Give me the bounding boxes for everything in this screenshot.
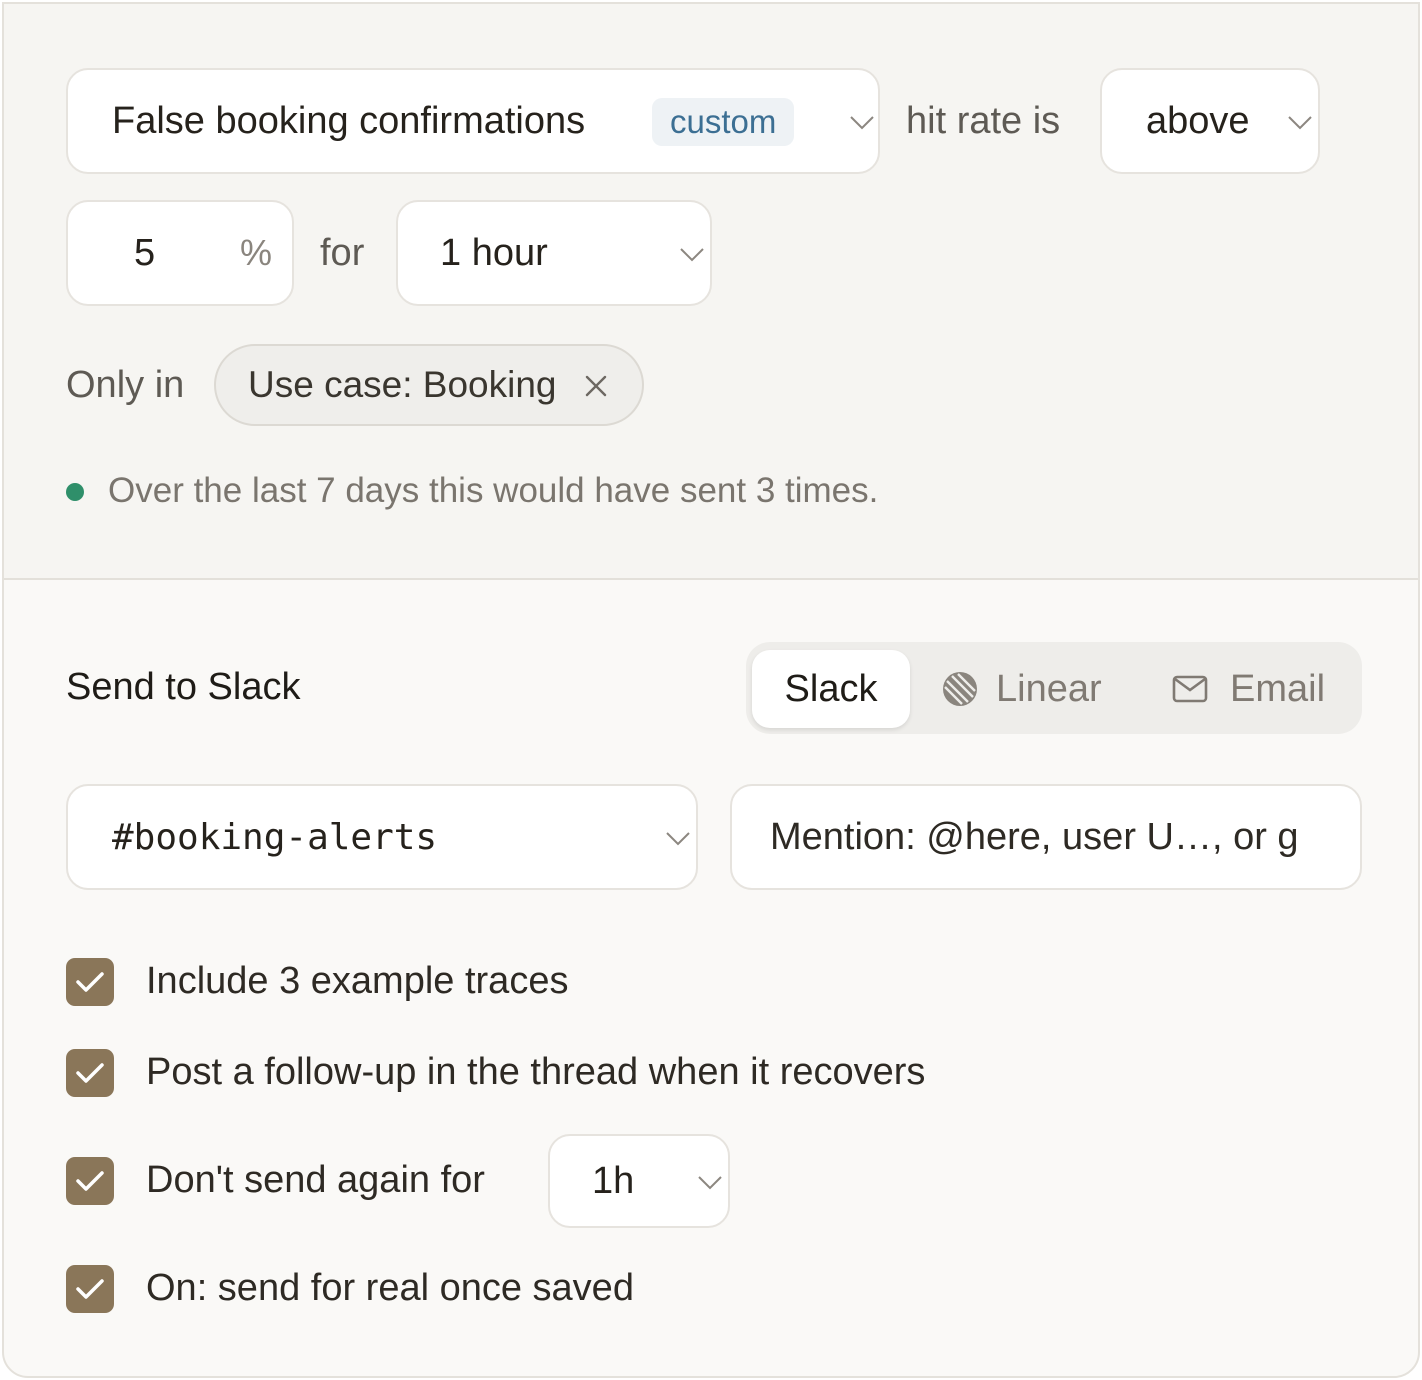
check-icon <box>76 1063 104 1083</box>
check-icon <box>76 1171 104 1191</box>
cooldown-value: 1h <box>592 1159 635 1202</box>
filter-chip: Use case: Booking <box>214 344 644 426</box>
close-icon[interactable] <box>584 374 608 398</box>
chevron-down-icon <box>850 116 874 130</box>
tab-slack[interactable]: Slack <box>752 650 910 728</box>
status-dot <box>66 483 84 501</box>
only-in-label: Only in <box>66 364 185 406</box>
custom-badge: custom <box>652 98 795 146</box>
chevron-down-icon <box>666 832 690 846</box>
destination-heading: Send to Slack <box>66 666 301 708</box>
tab-linear-label: Linear <box>996 667 1102 710</box>
chevron-down-icon <box>698 1176 722 1190</box>
tab-email[interactable]: Email <box>1172 650 1352 728</box>
comparator-select[interactable]: above <box>1100 68 1320 174</box>
tab-email-label: Email <box>1230 667 1326 710</box>
channel-select[interactable]: #booking-alerts <box>66 784 698 890</box>
follow-up-checkbox[interactable] <box>66 1049 114 1097</box>
comparator-value: above <box>1146 99 1250 142</box>
chevron-down-icon <box>1288 116 1312 130</box>
include-traces-label: Include 3 example traces <box>146 960 569 1002</box>
alert-rule-card: False booking confirmations custom hit r… <box>2 2 1420 1378</box>
metric-select[interactable]: False booking confirmations custom <box>66 68 880 174</box>
hit-rate-label: hit rate is <box>906 100 1061 142</box>
check-icon <box>76 1279 104 1299</box>
cooldown-select[interactable]: 1h <box>548 1134 730 1228</box>
percent-unit: % <box>240 232 273 273</box>
tab-linear[interactable]: Linear <box>942 650 1132 728</box>
destination-section: Send to Slack Slack Linear Email #bookin… <box>4 582 1418 1376</box>
metric-select-value: False booking confirmations <box>112 99 586 142</box>
destination-tabs: Slack Linear Email <box>746 642 1362 734</box>
linear-icon <box>943 672 977 706</box>
check-icon <box>76 972 104 992</box>
preview-text: Over the last 7 days this would have sen… <box>108 471 879 510</box>
send-real-checkbox[interactable] <box>66 1265 114 1313</box>
cooldown-label: Don't send again for <box>146 1159 485 1201</box>
send-real-label: On: send for real once saved <box>146 1267 634 1309</box>
chevron-down-icon <box>680 248 704 262</box>
tab-slack-label: Slack <box>784 667 878 710</box>
include-traces-checkbox[interactable] <box>66 958 114 1006</box>
cooldown-checkbox[interactable] <box>66 1157 114 1205</box>
mail-icon <box>1172 675 1208 703</box>
channel-value: #booking-alerts <box>112 816 438 858</box>
mention-input[interactable]: Mention: @here, user U…, or g <box>730 784 1362 890</box>
duration-select[interactable]: 1 hour <box>396 200 712 306</box>
condition-section: False booking confirmations custom hit r… <box>4 4 1418 580</box>
threshold-input[interactable]: 5 % <box>66 200 294 306</box>
threshold-value: 5 <box>134 231 156 274</box>
filter-chip-label: Use case: Booking <box>248 364 557 405</box>
duration-value: 1 hour <box>440 231 548 274</box>
mention-placeholder: Mention: @here, user U…, or g <box>770 815 1299 858</box>
for-label: for <box>320 232 365 274</box>
follow-up-label: Post a follow-up in the thread when it r… <box>146 1051 926 1093</box>
